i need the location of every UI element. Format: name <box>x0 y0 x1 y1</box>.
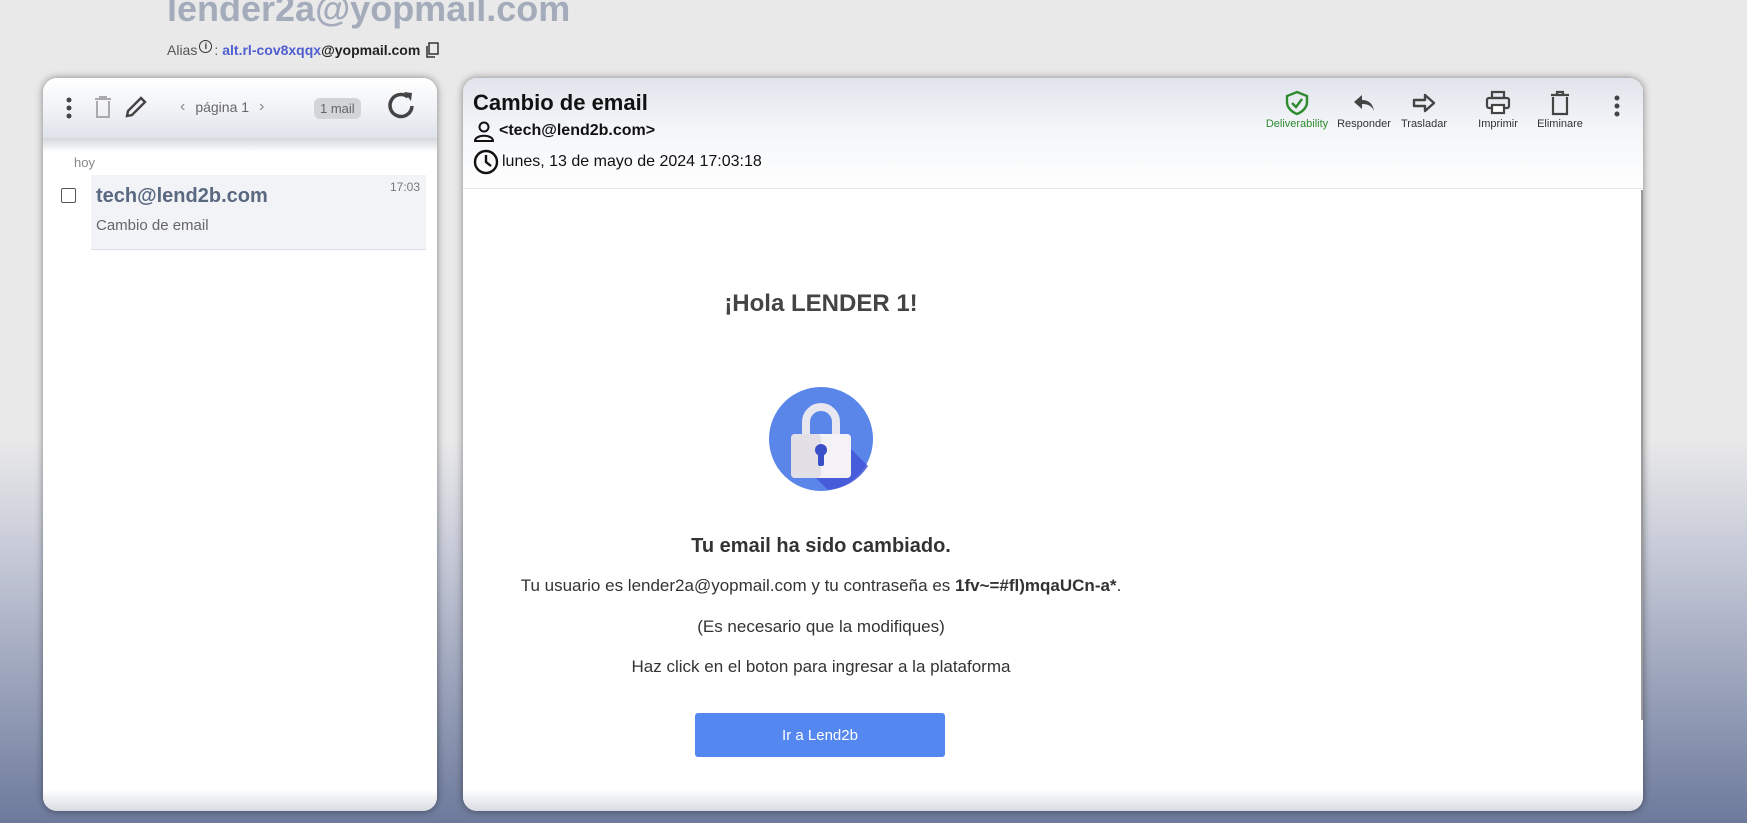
alias-domain: @yopmail.com <box>321 42 421 58</box>
more-vertical-icon[interactable] <box>65 96 73 120</box>
page-label: página 1 <box>195 99 250 115</box>
alias-separator: : <box>214 42 219 58</box>
mail-bottom-bar <box>463 789 1643 811</box>
credentials-suffix: . <box>1116 576 1122 595</box>
modify-notice: (Es necesario que la modifiques) <box>697 617 945 636</box>
list-toolbar: ‹ página 1 › 1 mail <box>43 78 437 138</box>
mail-count-badge: 1 mail <box>314 98 361 119</box>
mail-body: ¡Hola LENDER 1! Tu email ha sido cambiad… <box>463 78 1643 757</box>
next-page-button[interactable]: › <box>259 98 264 116</box>
lock-icon <box>769 387 873 491</box>
email-greeting: ¡Hola LENDER 1! <box>724 290 918 317</box>
pagination: ‹ página 1 › <box>180 98 264 116</box>
email-changed-heading: Tu email ha sido cambiado. <box>691 535 951 557</box>
mail-select-checkbox[interactable] <box>61 188 76 203</box>
inbox-email-title: lender2a@yopmail.com <box>167 0 571 29</box>
mail-view-panel: Cambio de email <tech@lend2b.com> lunes,… <box>463 78 1643 811</box>
mail-item-time: 17:03 <box>389 180 420 194</box>
copy-icon[interactable] <box>424 42 440 58</box>
click-instruction: Haz click en el boton para ingresar a la… <box>631 657 1011 676</box>
mail-list-item[interactable]: tech@lend2b.com Cambio de email 17:03 <box>91 175 426 250</box>
mail-list-panel: ‹ página 1 › 1 mail hoy tech@lend2b.com … <box>43 78 437 811</box>
mail-item-subject: Cambio de email <box>96 217 209 234</box>
credentials-text: Tu usuario es lender2a@yopmail.com y tu … <box>463 576 1179 596</box>
credentials-prefix: Tu usuario es lender2a@yopmail.com y tu … <box>520 576 955 595</box>
list-shadow <box>43 138 437 152</box>
go-to-lend2b-button[interactable]: Ir a Lend2b <box>695 713 945 757</box>
mail-item-sender: tech@lend2b.com <box>96 185 268 207</box>
date-group-label: hoy <box>74 155 95 170</box>
alias-user[interactable]: alt.rl-cov8xqqx <box>222 42 321 58</box>
alias-label: Alias <box>167 42 198 58</box>
list-bottom-bar <box>43 789 437 811</box>
edit-pencil-icon[interactable] <box>123 94 149 120</box>
refresh-icon[interactable] <box>383 88 419 124</box>
password-value: 1fv~=#fl)mqaUCn-a* <box>955 576 1117 595</box>
trash-icon[interactable] <box>93 95 113 119</box>
prev-page-button[interactable]: ‹ <box>180 98 185 116</box>
alias-row: Alias i : alt.rl-cov8xqqx @yopmail.com <box>167 39 440 58</box>
info-icon[interactable]: i <box>199 39 213 53</box>
